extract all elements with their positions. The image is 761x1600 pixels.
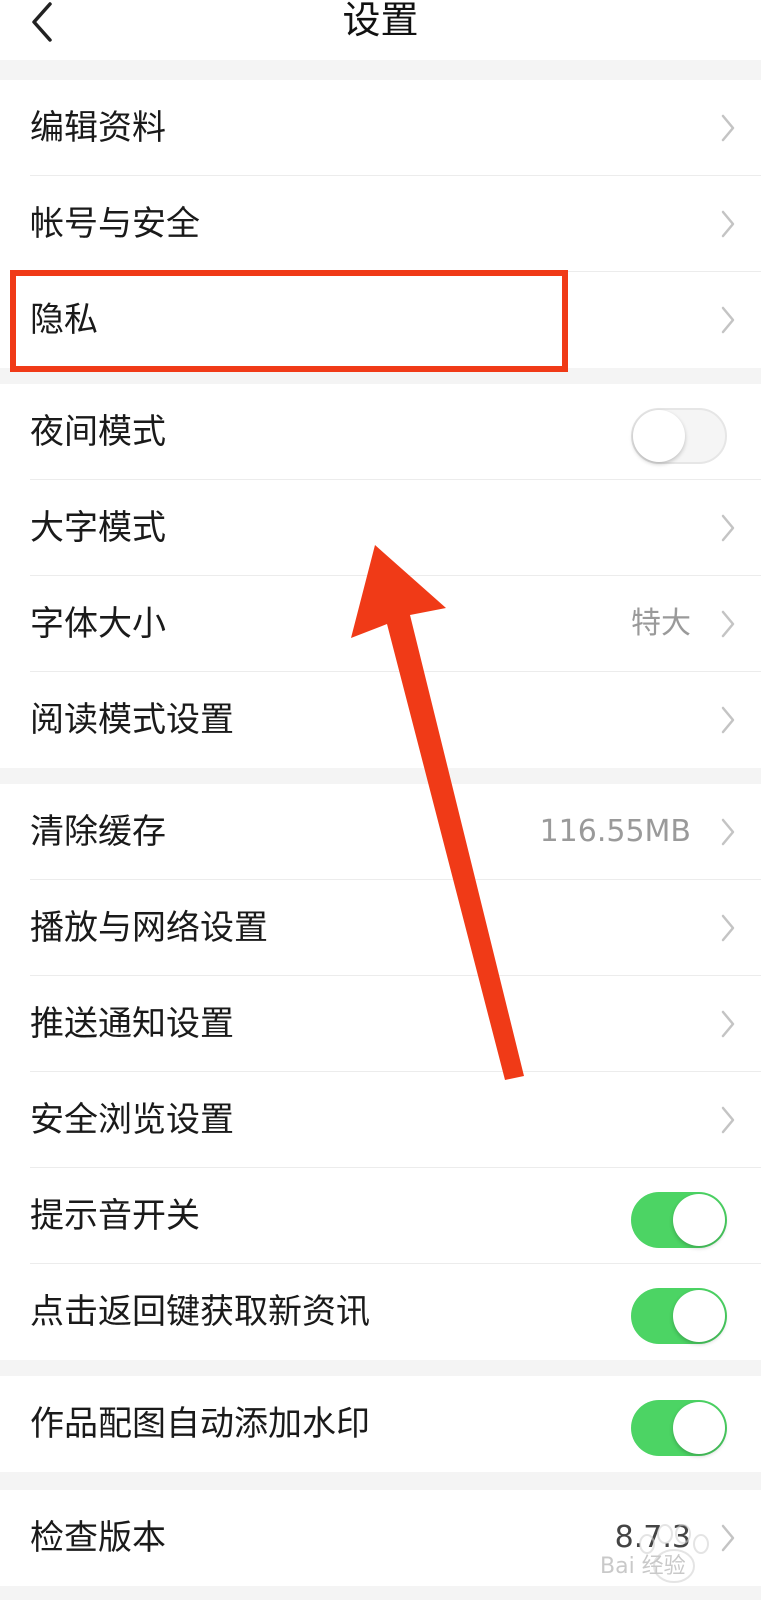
settings-row-clear-cache[interactable]: 清除缓存 116.55MB	[0, 784, 761, 880]
row-label: 阅读模式设置	[30, 700, 234, 740]
settings-row-auto-watermark: 作品配图自动添加水印	[0, 1376, 761, 1472]
row-label: 帐号与安全	[30, 204, 200, 244]
row-label: 检查版本	[30, 1518, 166, 1558]
settings-group-display: 夜间模式 大字模式 字体大小 特大 阅读模式设置	[0, 384, 761, 768]
settings-row-back-refresh: 点击返回键获取新资讯	[0, 1264, 761, 1360]
settings-row-night-mode: 夜间模式	[0, 384, 761, 480]
privacy-highlight-box	[10, 270, 568, 372]
chevron-right-icon	[721, 610, 735, 638]
nav-bar: 设置	[0, 0, 761, 60]
settings-group-watermark: 作品配图自动添加水印	[0, 1376, 761, 1472]
row-label: 推送通知设置	[30, 1004, 234, 1044]
night-mode-toggle[interactable]	[631, 408, 727, 464]
chevron-right-icon	[721, 914, 735, 942]
settings-row-push-notifications[interactable]: 推送通知设置	[0, 976, 761, 1072]
settings-row-edit-profile[interactable]: 编辑资料	[0, 80, 761, 176]
chevron-right-icon	[721, 306, 735, 334]
watermark-label: Bai 经验	[600, 1554, 686, 1579]
chevron-right-icon	[721, 706, 735, 734]
cache-size-value: 116.55MB	[539, 814, 691, 849]
row-label: 点击返回键获取新资讯	[30, 1292, 370, 1332]
font-size-value: 特大	[631, 606, 691, 641]
chevron-right-icon	[721, 514, 735, 542]
settings-row-large-text-mode[interactable]: 大字模式	[0, 480, 761, 576]
row-label: 字体大小	[30, 604, 166, 644]
row-label: 安全浏览设置	[30, 1100, 234, 1140]
chevron-right-icon	[721, 818, 735, 846]
row-label: 清除缓存	[30, 812, 166, 852]
chevron-right-icon	[721, 1010, 735, 1038]
page-title: 设置	[342, 0, 419, 42]
row-label: 提示音开关	[30, 1196, 200, 1236]
settings-group-general: 清除缓存 116.55MB 播放与网络设置 推送通知设置 安全浏览设置 提示音开…	[0, 784, 761, 1360]
chevron-right-icon	[721, 210, 735, 238]
settings-row-account-security[interactable]: 帐号与安全	[0, 176, 761, 272]
settings-row-playback-network[interactable]: 播放与网络设置	[0, 880, 761, 976]
chevron-right-icon	[721, 1106, 735, 1134]
sound-toggle[interactable]	[631, 1192, 727, 1248]
settings-row-safe-browsing[interactable]: 安全浏览设置	[0, 1072, 761, 1168]
row-label: 播放与网络设置	[30, 908, 268, 948]
settings-row-font-size[interactable]: 字体大小 特大	[0, 576, 761, 672]
row-label: 编辑资料	[30, 108, 166, 148]
settings-row-sound-toggle: 提示音开关	[0, 1168, 761, 1264]
auto-watermark-toggle[interactable]	[631, 1400, 727, 1456]
settings-row-reading-mode[interactable]: 阅读模式设置	[0, 672, 761, 768]
row-label: 大字模式	[30, 508, 166, 548]
back-refresh-toggle[interactable]	[631, 1288, 727, 1344]
row-label: 夜间模式	[30, 412, 166, 452]
chevron-right-icon	[721, 114, 735, 142]
row-label: 作品配图自动添加水印	[30, 1404, 370, 1444]
